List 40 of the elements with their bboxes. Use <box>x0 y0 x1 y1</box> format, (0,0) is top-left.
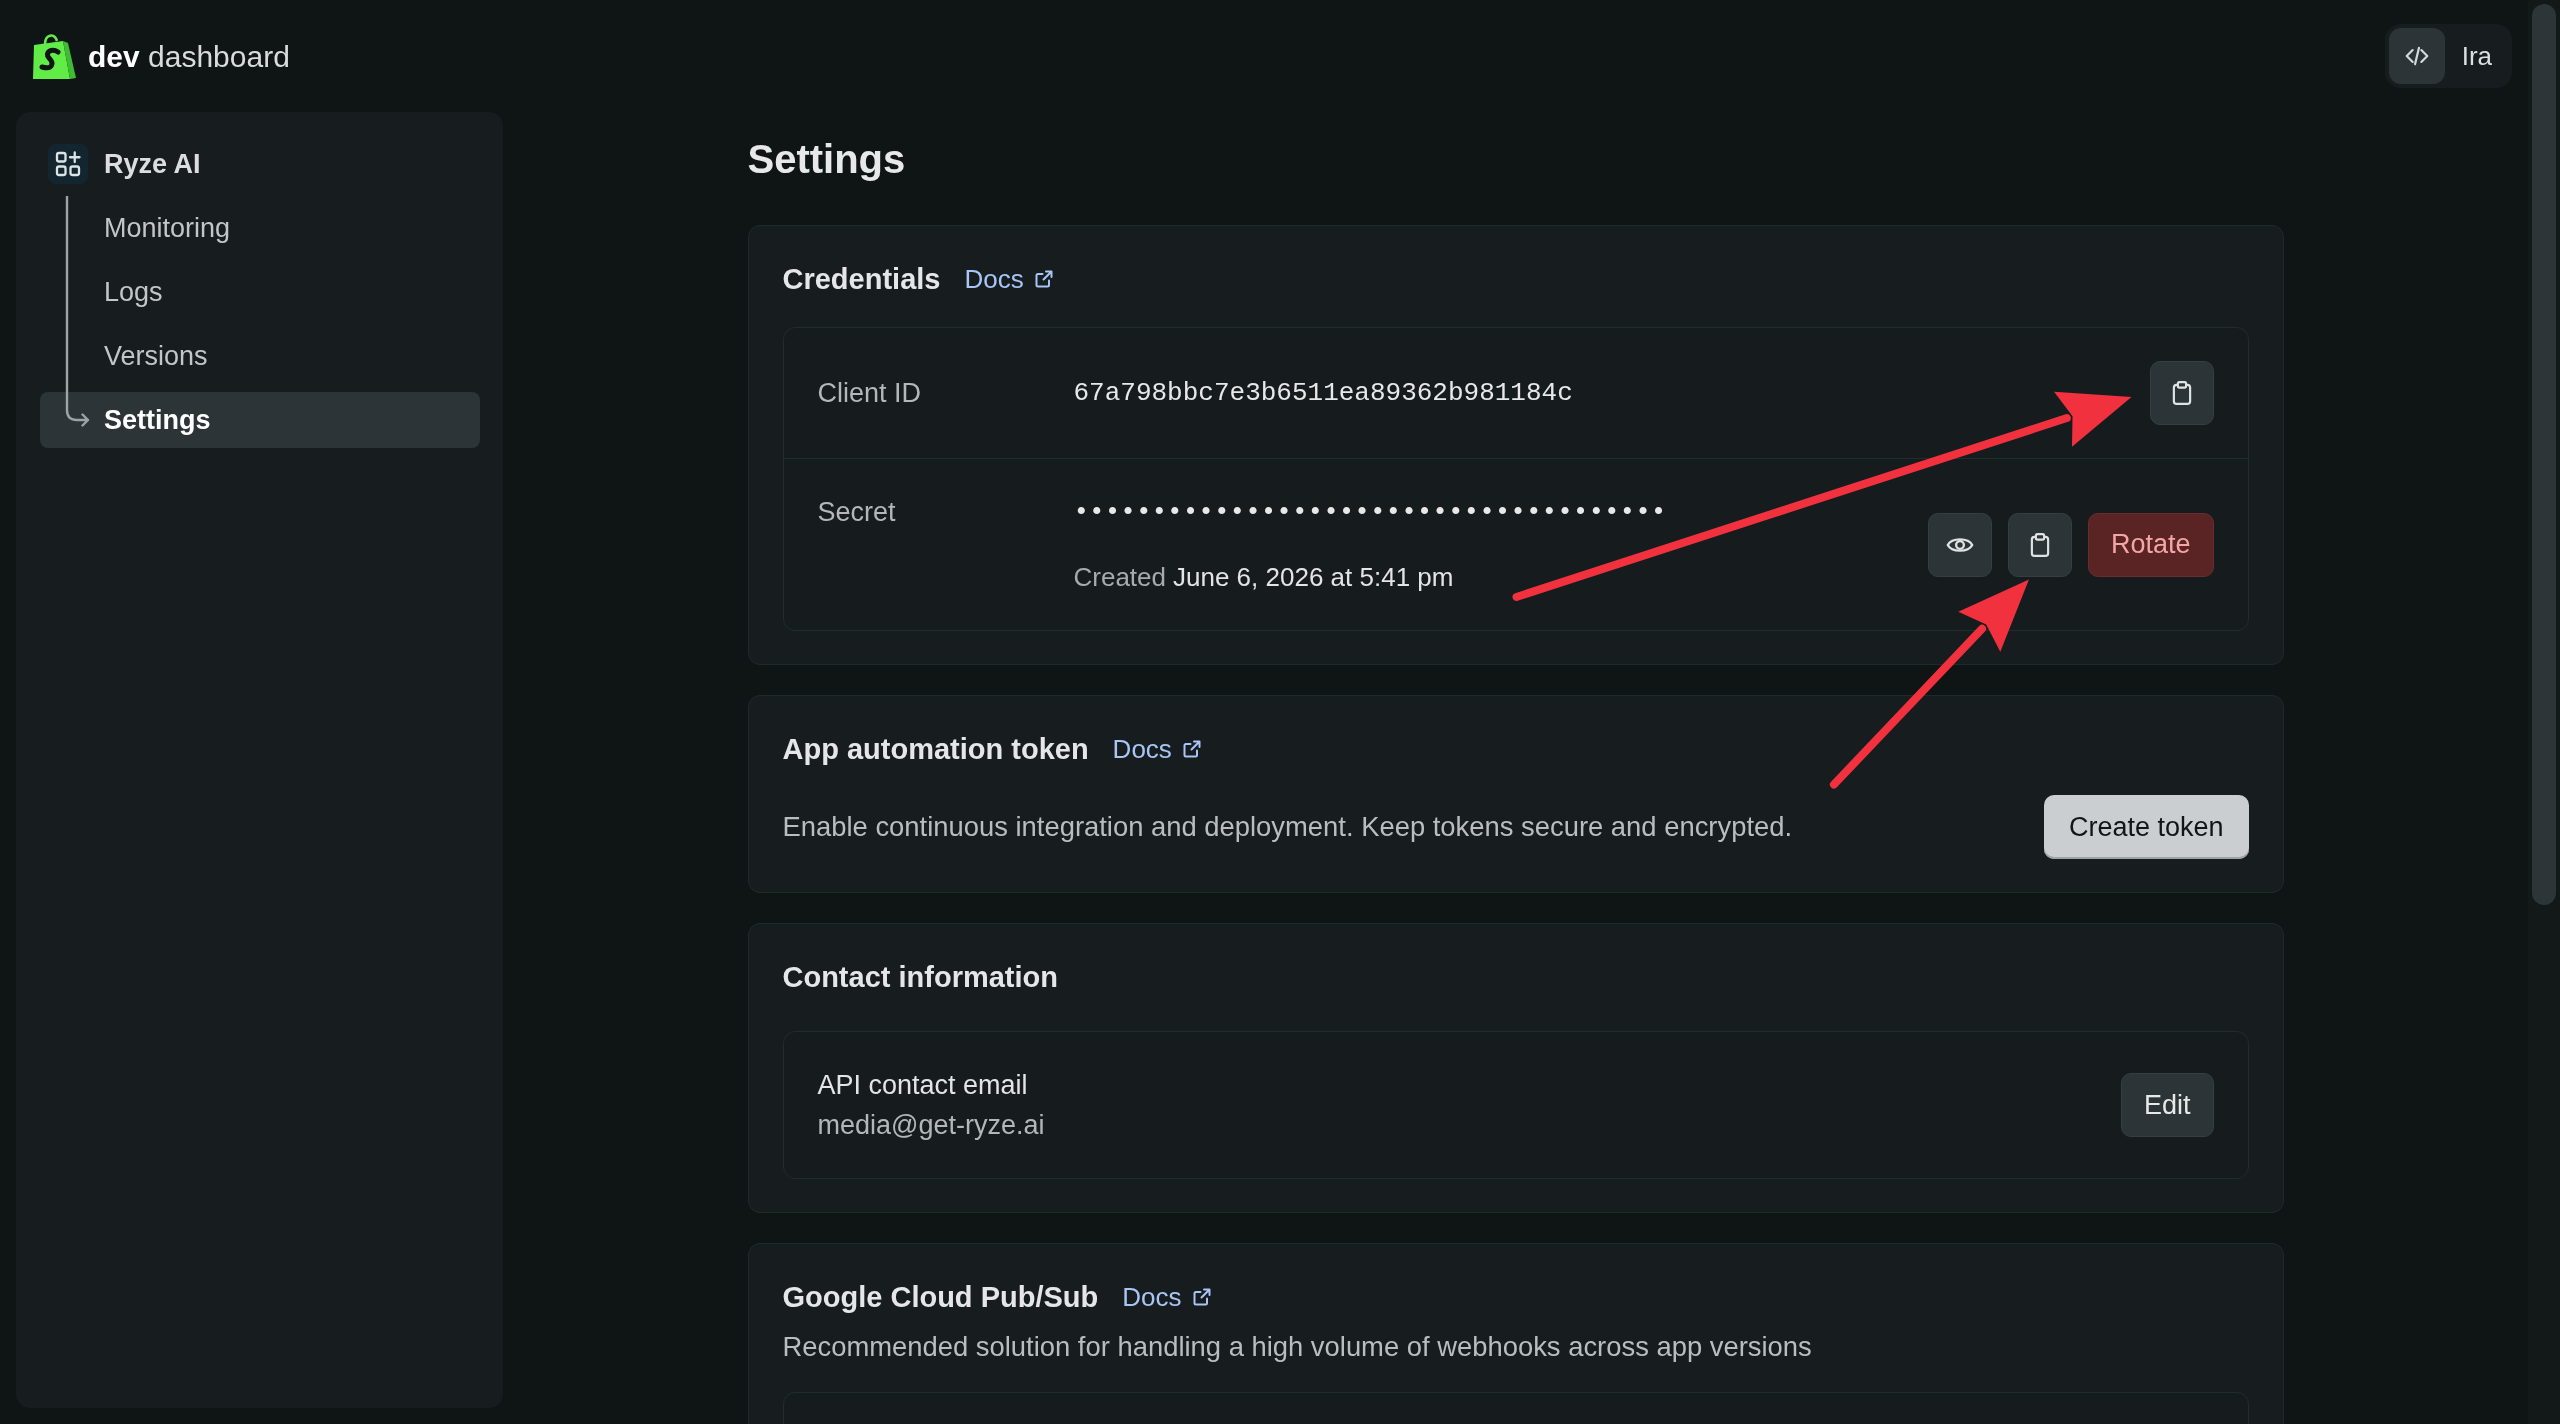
client-id-value: 67a798bbc7e3b6511ea89362b981184c <box>1073 377 1573 410</box>
sidebar-item[interactable]: Versions <box>40 328 480 384</box>
account-menu[interactable]: Ira <box>2384 24 2512 88</box>
field-label: API contact email <box>817 1069 1029 1102</box>
app-icon <box>48 144 88 184</box>
field-label: Client ID <box>817 377 923 410</box>
app-name: Ryze AI <box>104 147 201 181</box>
shopping-bag-icon <box>32 32 76 80</box>
user-name: Ira <box>2461 39 2492 73</box>
sidebar-item[interactable]: Monitoring <box>40 200 480 256</box>
section-title: Google Cloud Pub/Sub <box>782 1280 1099 1315</box>
sidebar-item[interactable]: Settings <box>40 392 480 448</box>
created-label: Created <box>1073 561 1166 594</box>
external-link-icon <box>1191 1287 1212 1307</box>
section-title: Contact information <box>782 960 1058 995</box>
created-date: June 6, 2026 at 5:41 pm <box>1173 561 1454 594</box>
section-title: Credentials <box>782 262 941 297</box>
section-title: App automation token <box>782 732 1089 767</box>
masked-secret: •••••••••••••••••••••••••••••••••••••• <box>1073 496 1667 529</box>
scrollbar-thumb[interactable] <box>2532 4 2556 905</box>
section-description: Recommended solution for handling a high volume of webhooks across app versions <box>782 1330 1813 1364</box>
edit-button[interactable]: Edit <box>2120 1073 2214 1137</box>
tree-arrow-icon <box>64 196 90 427</box>
field-label: Secret <box>817 496 897 529</box>
email-value: media@get-ryze.ai <box>817 1109 1045 1142</box>
reveal-button[interactable] <box>1927 512 1992 577</box>
external-link-icon <box>1033 269 1054 289</box>
sidebar-item[interactable]: Logs <box>40 264 480 320</box>
docs-link[interactable]: Docs <box>1112 729 1202 769</box>
rotate-button[interactable]: Rotate <box>2087 512 2214 577</box>
create-token-button[interactable]: Create token <box>2043 795 2249 859</box>
external-link-icon <box>1181 739 1202 759</box>
copy-button[interactable] <box>2007 512 2072 577</box>
page-title: Settings <box>747 136 907 183</box>
copy-button[interactable] <box>2149 361 2214 425</box>
section-description: Enable continuous integration and deployment. Keep tokens secure and encrypted. <box>782 810 1793 844</box>
code-button[interactable] <box>2388 28 2445 84</box>
docs-link[interactable]: Docs <box>964 259 1054 299</box>
docs-link[interactable]: Docs <box>1122 1277 1212 1317</box>
brand-title: dev dashboard <box>88 38 290 75</box>
